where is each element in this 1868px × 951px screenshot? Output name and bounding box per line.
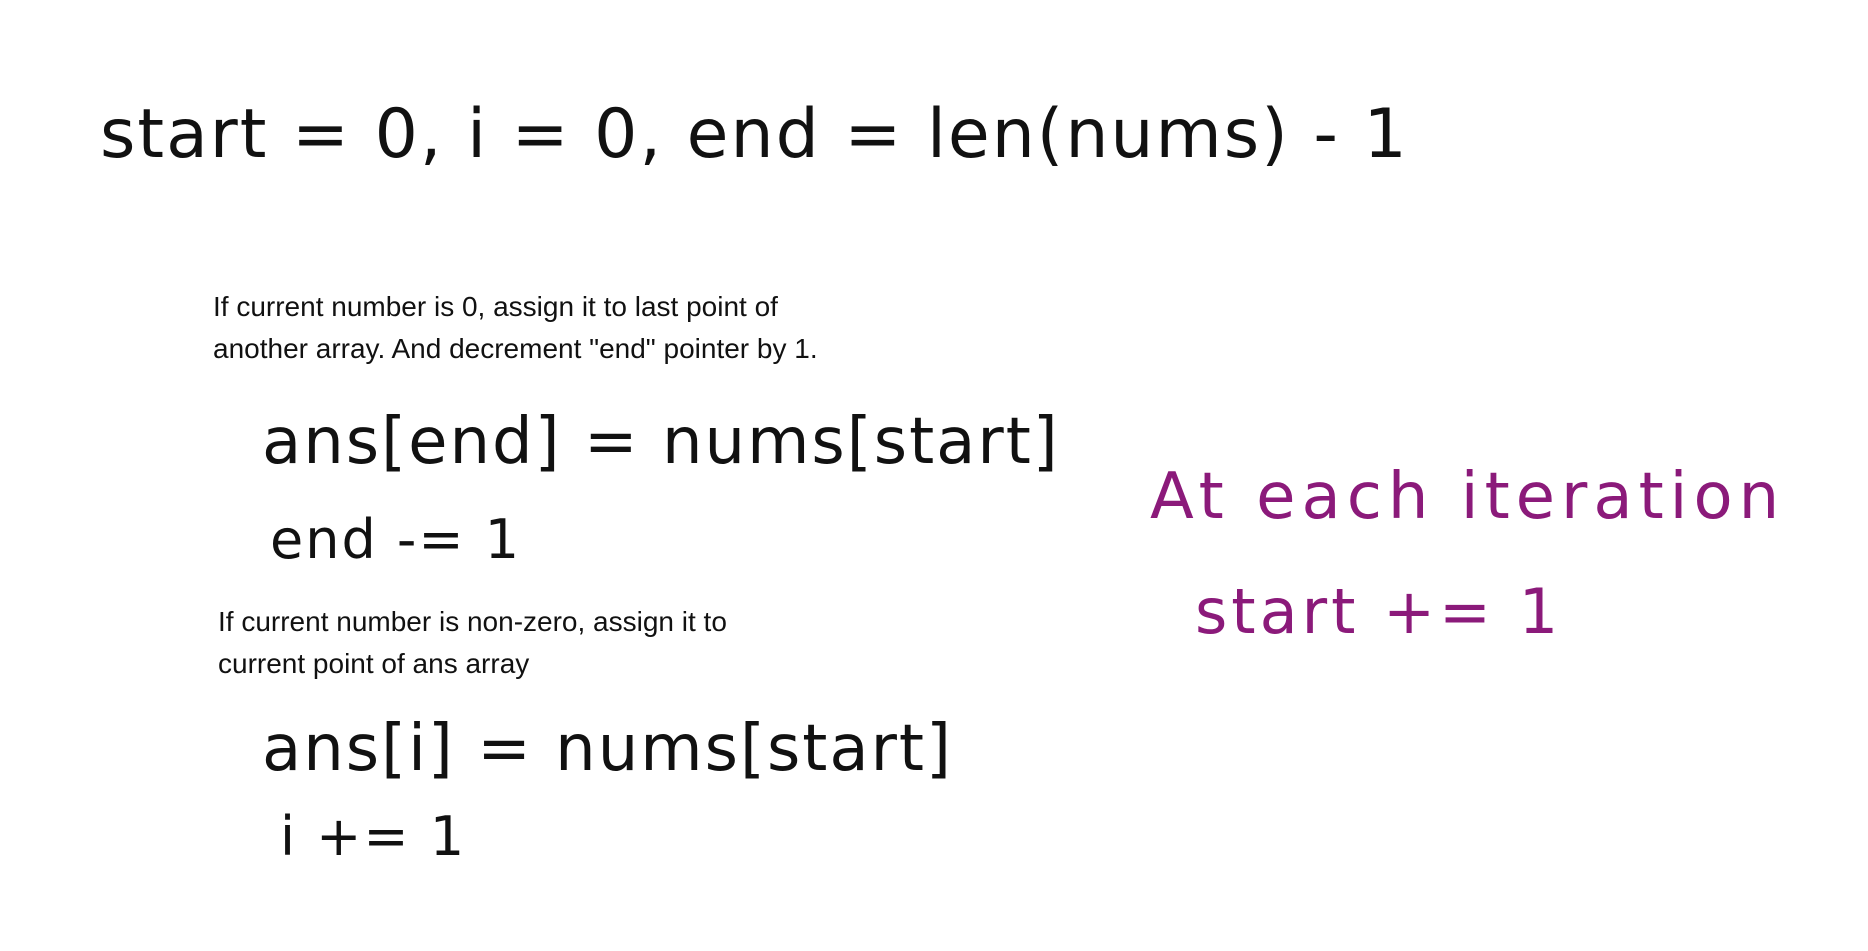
handwritten-nonzero-increment: i += 1 (280, 805, 467, 868)
zero-case-note: If current number is 0, assign it to las… (213, 286, 818, 370)
handwritten-nonzero-assign: ans[i] = nums[start] (262, 712, 953, 786)
nonzero-case-note: If current number is non-zero, assign it… (218, 601, 727, 685)
handwritten-zero-assign: ans[end] = nums[start] (262, 405, 1060, 479)
handwritten-zero-decrement: end -= 1 (270, 508, 522, 571)
handwritten-iteration-heading: At each iteration (1150, 460, 1786, 534)
handwritten-iteration-step: start += 1 (1195, 575, 1563, 648)
handwritten-init-line: start = 0, i = 0, end = len(nums) - 1 (100, 95, 1409, 174)
zero-case-note-line-2: another array. And decrement "end" point… (213, 333, 818, 364)
nonzero-case-note-line-2: current point of ans array (218, 648, 530, 679)
nonzero-case-note-line-1: If current number is non-zero, assign it… (218, 606, 727, 637)
whiteboard-canvas: start = 0, i = 0, end = len(nums) - 1 If… (0, 0, 1868, 951)
zero-case-note-line-1: If current number is 0, assign it to las… (213, 291, 778, 322)
